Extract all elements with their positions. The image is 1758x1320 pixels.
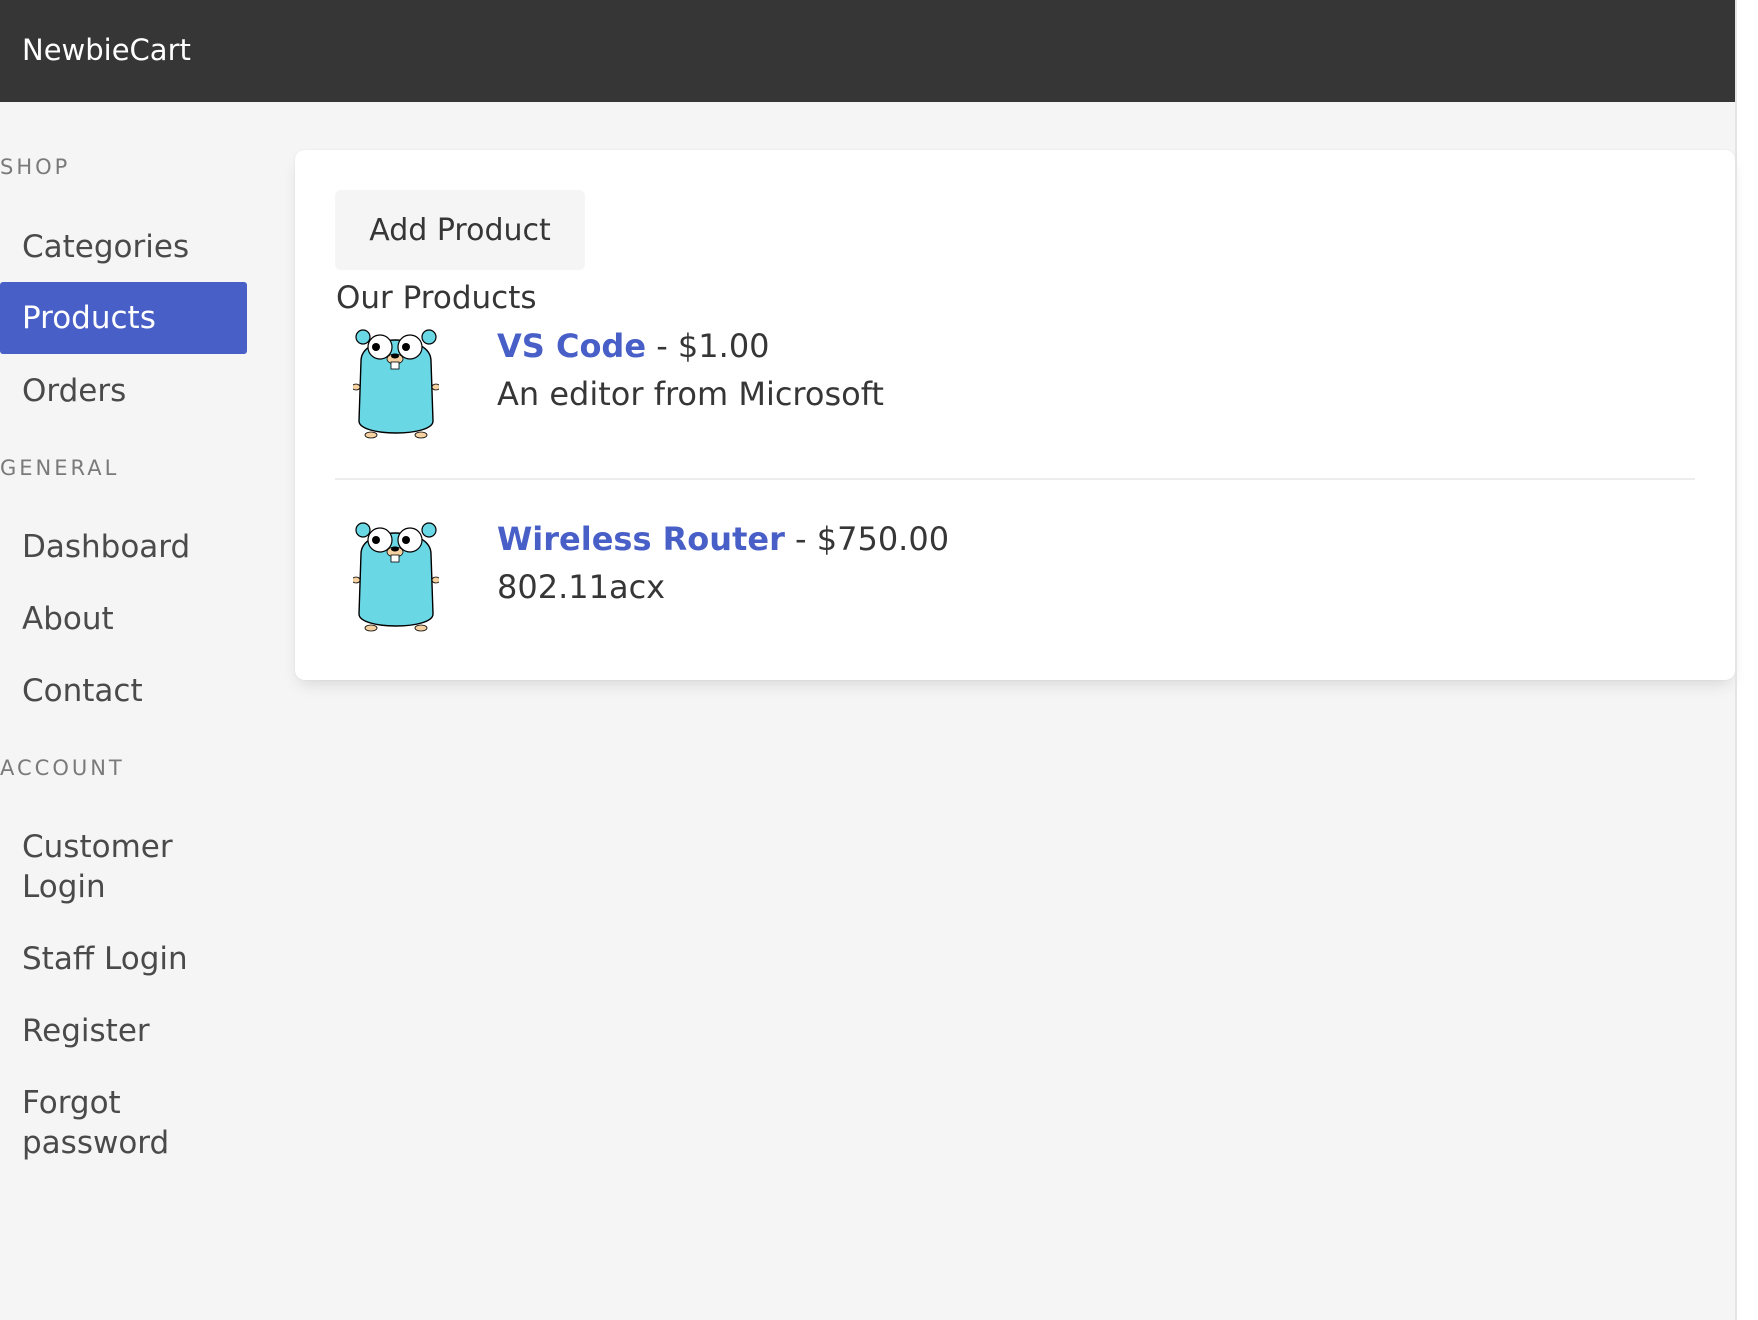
window-edge (1735, 0, 1737, 1320)
sidebar-item-orders[interactable]: Orders (0, 371, 247, 411)
product-title-line: Wireless Router - $750.00 (497, 518, 949, 560)
product-name-link[interactable]: Wireless Router (497, 520, 785, 558)
gopher-mascot-icon (353, 329, 439, 439)
app-shell: NewbieCart SHOP Categories Products Orde… (0, 0, 1735, 1320)
gopher-mascot-icon (353, 522, 439, 632)
menu-label-general: GENERAL (0, 456, 120, 480)
menu-label-shop: SHOP (0, 155, 71, 179)
price-separator: - (784, 520, 817, 558)
product-name-link[interactable]: VS Code (497, 327, 646, 365)
section-title: Our Products (336, 280, 537, 316)
sidebar-item-dashboard[interactable]: Dashboard (0, 527, 247, 567)
product-divider (335, 478, 1695, 480)
product-price: $750.00 (816, 520, 950, 558)
sidebar-item-categories[interactable]: Categories (0, 227, 247, 267)
top-navbar: NewbieCart (0, 0, 1735, 102)
sidebar-item-forgot-password[interactable]: Forgot password (0, 1083, 200, 1163)
sidebar-item-about[interactable]: About (0, 599, 247, 639)
product-price: $1.00 (677, 327, 770, 365)
brand-logo[interactable]: NewbieCart (22, 32, 191, 68)
price-separator: - (646, 327, 678, 365)
product-description: 802.11acx (497, 568, 666, 606)
products-card: Add Product Our Products VS Code - $1.00… (295, 150, 1735, 680)
menu-label-account: ACCOUNT (0, 756, 125, 780)
sidebar-item-register[interactable]: Register (0, 1011, 247, 1051)
product-description: An editor from Microsoft (497, 375, 884, 413)
sidebar-item-customer-login[interactable]: Customer Login (0, 827, 200, 907)
sidebar-item-products[interactable]: Products (0, 282, 247, 354)
product-title-line: VS Code - $1.00 (497, 325, 770, 367)
sidebar-item-staff-login[interactable]: Staff Login (0, 939, 247, 979)
add-product-button[interactable]: Add Product (335, 190, 585, 270)
sidebar-item-contact[interactable]: Contact (0, 671, 247, 711)
